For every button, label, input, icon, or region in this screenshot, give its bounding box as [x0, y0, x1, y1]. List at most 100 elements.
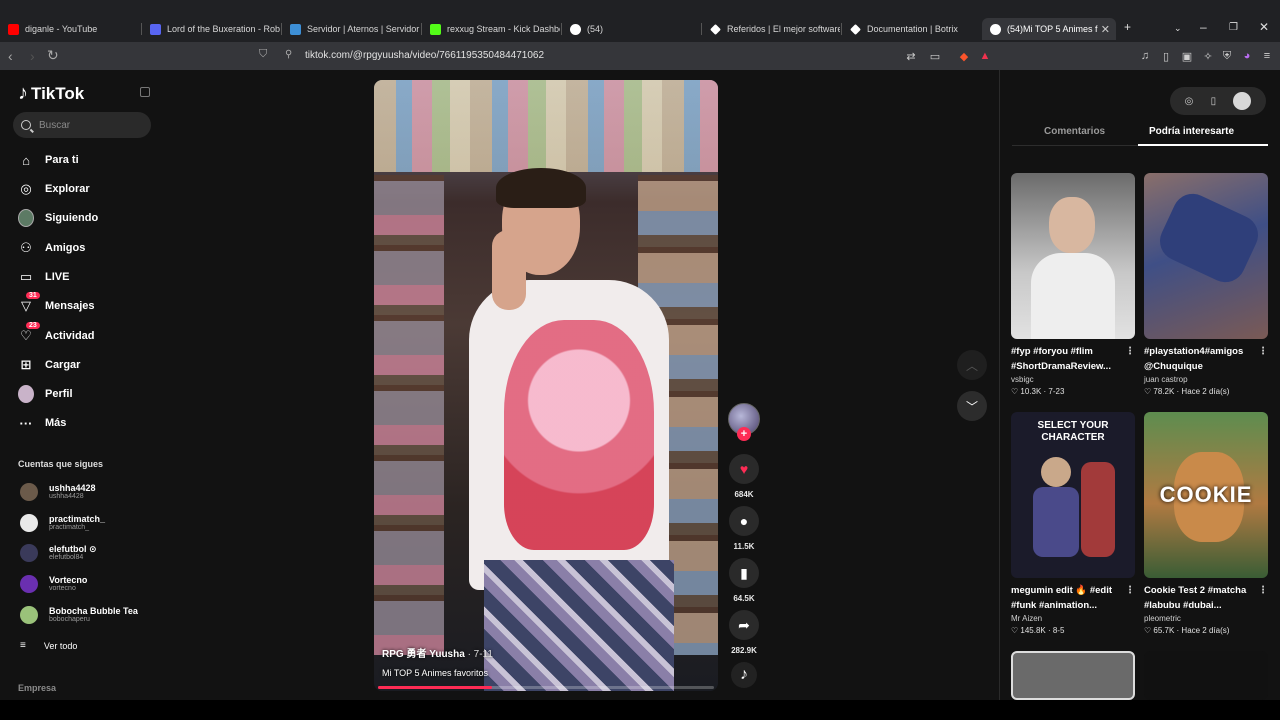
share-button[interactable]: ➦ — [729, 610, 759, 640]
browser-tab[interactable]: rexxug Stream - Kick Dashboa — [422, 18, 560, 40]
browser-tab[interactable]: Referidos | El mejor software p — [702, 18, 840, 40]
menu-icon[interactable]: ≡ — [1260, 49, 1274, 63]
chevron-up-icon: ︿ — [965, 358, 978, 373]
video-person-hand — [492, 230, 526, 310]
close-tab-icon[interactable]: ✕ — [1101, 23, 1110, 36]
sidebar-item-mas[interactable]: ··· Más — [18, 411, 158, 435]
browser-tab[interactable]: (54) — [562, 18, 700, 40]
following-account[interactable]: Vortecno vortecno — [20, 571, 155, 597]
reload-icon[interactable]: ↻ — [47, 47, 59, 64]
sidebar-item-para-ti[interactable]: ⌂ Para ti — [18, 148, 158, 172]
sidebar-item-perfil[interactable]: Perfil — [18, 382, 158, 406]
following-avatar-icon — [18, 209, 34, 227]
extensions-icon[interactable]: ✧ — [1201, 49, 1215, 63]
browser-tab[interactable]: Servidor | Aternos | Servidor de — [282, 18, 420, 40]
sidebar-icon[interactable]: ▯ — [1159, 49, 1173, 63]
sidebar-item-amigos[interactable]: ⚇ Amigos — [18, 236, 158, 260]
recommended-video-card[interactable] — [1144, 651, 1268, 700]
sidebar-item-siguiendo[interactable]: Siguiendo — [18, 206, 158, 230]
video-caption: Mi TOP 5 Animes favoritos — [382, 668, 489, 678]
sidebar-item-explorar[interactable]: ◎ Explorar — [18, 177, 158, 201]
tab-podria-interesarte[interactable]: Podría interesarte — [1149, 126, 1234, 137]
vpn-icon[interactable]: ⛨ — [1220, 49, 1234, 63]
avatar — [20, 544, 38, 562]
next-video-button[interactable]: ﹀ — [957, 391, 987, 421]
back-icon[interactable]: ‹ — [8, 48, 13, 64]
brave-shield-icon[interactable]: ◆ — [957, 49, 971, 63]
recommended-video-card[interactable]: #fyp #foryou #flim #ShortDramaReview... ⋮… — [1011, 173, 1135, 396]
sidebar-item-label: Mensajes — [45, 300, 95, 312]
video-player[interactable]: RPG 勇者 Yuusha · 7-11 Mi TOP 5 Animes fav… — [374, 80, 718, 691]
sidebar-item-cargar[interactable]: ⊞ Cargar — [18, 353, 158, 377]
tab-title: rexxug Stream - Kick Dashboa — [447, 24, 560, 34]
share-count: 282.9K — [731, 646, 757, 655]
home-icon: ⌂ — [22, 152, 30, 168]
new-tab-button[interactable]: + — [1124, 20, 1131, 34]
follow-plus-icon[interactable]: + — [737, 427, 751, 441]
following-account[interactable]: elefutbol ⊙ elefutbol84 — [20, 540, 155, 566]
card-title: Cookie Test 2 #matcha #labubu #dubai... — [1144, 585, 1247, 611]
close-window-icon[interactable]: ✕ — [1259, 20, 1269, 34]
following-account[interactable]: Bobocha Bubble Tea bobochaperu — [20, 602, 155, 628]
like-button[interactable]: ♥ — [729, 454, 759, 484]
brave-rewards-icon[interactable]: ▲ — [978, 49, 992, 63]
bookmark-icon[interactable]: ⛉ — [259, 48, 267, 61]
sidebar-item-mensajes[interactable]: ▽ 31 Mensajes — [18, 292, 158, 318]
card-title: #playstation4#amigos @Chuquique — [1144, 346, 1244, 372]
sidebar-item-actividad[interactable]: ♡ 23 Actividad — [18, 322, 158, 348]
recommended-video-card[interactable] — [1011, 651, 1135, 700]
comment-button[interactable]: ● — [729, 506, 759, 536]
following-account[interactable]: practimatch_ practimatch_ — [20, 510, 155, 536]
more-options-icon[interactable]: ⋮ — [1258, 583, 1268, 598]
live-icon: ▭ — [19, 269, 33, 284]
video-author[interactable]: RPG 勇者 Yuusha · 7-11 — [382, 645, 493, 660]
maximize-icon[interactable]: ❐ — [1229, 22, 1238, 33]
following-account[interactable]: ushha4428 ushha4428 — [20, 479, 155, 505]
footer-empresa-link[interactable]: Empresa — [18, 683, 56, 693]
recommended-video-card[interactable]: #playstation4#amigos @Chuquique ⋮ juan ca… — [1144, 173, 1268, 396]
site-info-icon[interactable]: ⚲ — [285, 49, 292, 60]
browser-tab-active[interactable]: (54)Mi TOP 5 Animes f ✕ — [982, 18, 1116, 40]
recommended-video-card[interactable]: COOKIE Cookie Test 2 #matcha #labubu #du… — [1144, 412, 1268, 635]
tab-title: diganle - YouTube — [25, 24, 98, 34]
tiktok-logo[interactable]: ♪ TikTok — [18, 82, 84, 105]
forward-icon[interactable]: › — [30, 48, 35, 64]
coin-icon[interactable]: ◎ — [1185, 96, 1194, 107]
profile-avatar[interactable] — [1233, 92, 1252, 110]
search-icon — [21, 120, 31, 130]
cast-icon[interactable]: ▭ — [928, 49, 942, 63]
recommended-video-card[interactable]: SELECT YOUR CHARACTER megumin edit 🔥 #ed… — [1011, 412, 1135, 635]
minimize-icon[interactable]: – — [1200, 20, 1207, 34]
see-all-label: Ver todo — [43, 640, 78, 651]
browser-tab[interactable]: Documentation | Botrix — [842, 18, 980, 40]
bookmark-icon: ▮ — [740, 564, 748, 581]
tab-comments[interactable]: Comentarios — [1044, 126, 1105, 137]
music-icon[interactable]: ♫ — [1138, 49, 1152, 63]
more-options-icon[interactable]: ⋮ — [1125, 583, 1135, 598]
music-disc-icon[interactable]: ♪ — [731, 662, 757, 688]
leo-ai-icon[interactable]: ◕ — [1240, 49, 1254, 63]
more-options-icon[interactable]: ⋮ — [1258, 344, 1268, 359]
video-background-shelf — [374, 80, 718, 172]
browser-tab[interactable]: Lord of the Buxeration - Roblo — [142, 18, 280, 40]
tab-list-icon[interactable]: ⌄ — [1174, 23, 1182, 34]
collapse-sidebar-icon[interactable] — [140, 87, 150, 97]
translate-icon[interactable]: ⇄ — [904, 49, 918, 63]
sidebar-item-label: Para ti — [45, 154, 79, 166]
phone-icon[interactable]: ▯ — [1211, 96, 1217, 107]
video-progress-bar[interactable] — [378, 686, 714, 689]
more-options-icon[interactable]: ⋮ — [1125, 344, 1135, 359]
save-button[interactable]: ▮ — [729, 558, 759, 588]
wallet-icon[interactable]: ▣ — [1180, 49, 1194, 63]
previous-video-button[interactable]: ︿ — [957, 350, 987, 380]
browser-tab[interactable]: diganle - YouTube — [0, 18, 140, 40]
tab-title: Referidos | El mejor software p — [727, 24, 840, 34]
sidebar: ♪TikTok ⌂ Para ti ◎ Explorar Siguiendo ⚇ Am… — [0, 70, 160, 700]
account-name: ushha4428 — [49, 483, 96, 493]
search-box[interactable] — [13, 112, 151, 138]
see-all-button[interactable]: ≡ Ver todo — [20, 640, 77, 651]
search-input[interactable] — [39, 119, 139, 131]
sidebar-item-label: Explorar — [45, 183, 90, 195]
url-field[interactable]: tiktok.com/@rpgyuusha/video/766119535048… — [305, 50, 544, 61]
sidebar-item-live[interactable]: ▭ LIVE — [18, 265, 158, 289]
